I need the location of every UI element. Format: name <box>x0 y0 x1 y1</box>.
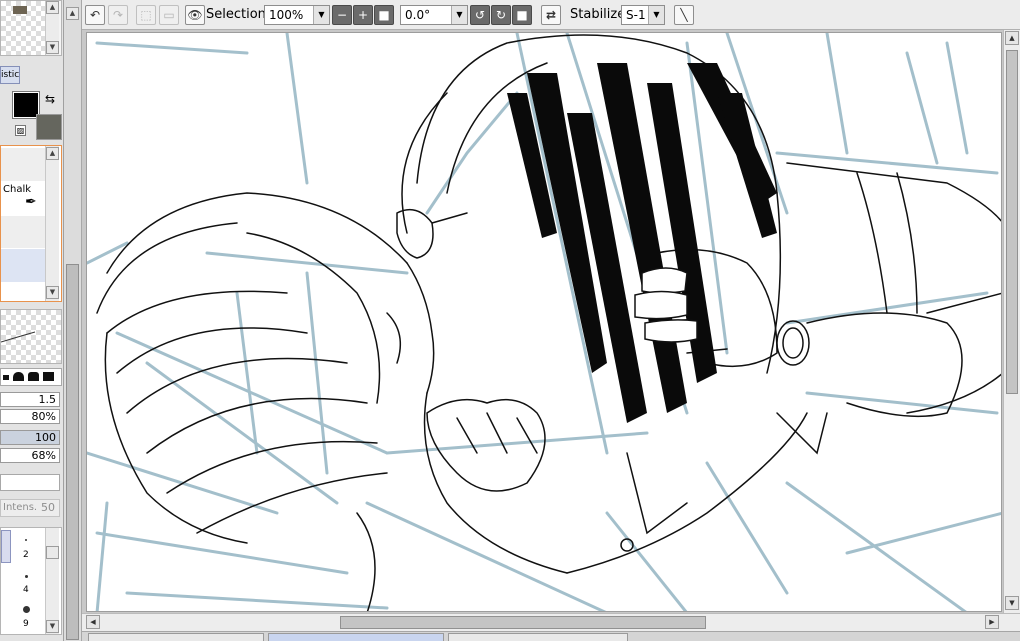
canvas-vscroll-thumb[interactable] <box>1006 50 1018 394</box>
document-tab-bar <box>82 631 1020 641</box>
secondary-color-swatch[interactable] <box>36 114 62 140</box>
scroll-down-icon[interactable]: ▼ <box>46 620 59 633</box>
size-preset-dot[interactable] <box>25 575 28 578</box>
stabilizer-select[interactable]: S-1 ▼ <box>621 5 665 25</box>
zoom-reset-icon[interactable]: ■ <box>374 5 394 25</box>
zoom-select[interactable]: 100% ▼ <box>264 5 330 25</box>
canvas-hscroll-thumb[interactable] <box>340 616 706 629</box>
document-tab[interactable] <box>88 633 264 641</box>
scroll-up-icon[interactable]: ▲ <box>46 147 59 160</box>
invert-selection-icon[interactable]: ▭ <box>159 5 179 25</box>
min-size-slider[interactable]: 80% <box>0 409 60 424</box>
undo-icon[interactable]: ↶ <box>85 5 105 25</box>
show-selection-eye-icon[interactable]: 👁 <box>185 5 205 25</box>
drawing-canvas[interactable] <box>86 32 1002 612</box>
tool-list: Chalk ✒ ▲ ▼ <box>0 145 62 302</box>
rotation-value: 0.0° <box>405 8 431 22</box>
tip-round-icon[interactable] <box>13 372 24 381</box>
canvas-area: ▲ ▼ ◀ ▶ <box>82 30 1020 631</box>
scroll-down-icon[interactable]: ▼ <box>46 286 59 299</box>
canvas-horizontal-scrollbar[interactable]: ◀ ▶ <box>82 613 1020 631</box>
divider-thumb[interactable] <box>66 264 79 640</box>
tool-row-chalk[interactable]: Chalk <box>1 181 45 215</box>
deselect-icon[interactable]: ⬚ <box>136 5 156 25</box>
size-preset-label: 2 <box>23 550 29 560</box>
selection-label: Selection <box>206 7 266 22</box>
intensity-row[interactable]: Intens. 50 <box>0 499 60 517</box>
chevron-down-icon: ▼ <box>451 6 467 24</box>
redo-icon[interactable]: ↷ <box>108 5 128 25</box>
straight-line-icon[interactable]: ╲ <box>674 5 694 25</box>
tip-square-icon[interactable] <box>28 372 39 381</box>
brush-preview <box>0 309 62 364</box>
chevron-down-icon: ▼ <box>648 6 664 24</box>
tool-list-scrollbar[interactable]: ▲ ▼ <box>45 146 59 301</box>
size-preset-dot[interactable] <box>25 539 27 541</box>
rotation-select[interactable]: 0.0° ▼ <box>400 5 468 25</box>
line-art-drawing <box>87 33 1001 611</box>
zoom-value: 100% <box>269 8 304 22</box>
stabilizer-value: S-1 <box>626 8 646 22</box>
canvas-toolbar: ↶ ↷ ⬚ ▭ 👁 Selection 100% ▼ − + ■ 0.0° ▼ … <box>82 0 1020 30</box>
mode-tab-label: istic <box>1 70 20 80</box>
scroll-up-icon[interactable]: ▲ <box>1005 31 1019 45</box>
tool-row-blank[interactable] <box>1 216 45 248</box>
transparent-color-icon[interactable]: ▨ <box>15 125 26 136</box>
size-preset-label: 9 <box>23 619 29 629</box>
flip-horizontal-icon[interactable]: ⇄ <box>541 5 561 25</box>
canvas-vertical-scrollbar[interactable]: ▲ ▼ <box>1003 30 1020 613</box>
rotate-right-icon[interactable]: ↻ <box>491 5 511 25</box>
texture-field[interactable] <box>0 474 60 491</box>
scroll-up-icon[interactable]: ▲ <box>46 1 59 14</box>
document-tab[interactable] <box>448 633 628 641</box>
rotation-reset-icon[interactable]: ■ <box>512 5 532 25</box>
brush-size-field[interactable]: 1.5 <box>0 392 60 407</box>
tip-flat-icon[interactable] <box>3 375 9 380</box>
rotate-left-icon[interactable]: ↺ <box>470 5 490 25</box>
zoom-in-icon[interactable]: + <box>353 5 373 25</box>
tip-block-icon[interactable] <box>43 372 54 381</box>
intensity-value: 50 <box>41 501 55 514</box>
texture-swatch-dark <box>13 6 27 14</box>
size-preset-grid: 2 4 9 ▼ <box>0 527 62 635</box>
min-density-slider[interactable]: 68% <box>0 448 60 463</box>
tool-row-empty[interactable] <box>1 148 45 181</box>
texture-scrollbar[interactable]: ▲ ▼ <box>45 1 59 55</box>
mode-tab[interactable]: istic <box>0 66 20 84</box>
texture-preview-box[interactable]: ▲ ▼ <box>0 0 62 56</box>
stroke-preview <box>1 331 36 343</box>
chevron-down-icon: ▼ <box>313 6 329 24</box>
brush-tip-row[interactable] <box>0 368 62 386</box>
pen-icon: ✒ <box>25 194 37 210</box>
scroll-up-icon[interactable]: ▲ <box>66 7 79 20</box>
zoom-out-icon[interactable]: − <box>332 5 352 25</box>
size-preset-highlight[interactable] <box>1 530 11 563</box>
size-preset-dot[interactable] <box>23 606 30 613</box>
scroll-thumb[interactable] <box>46 546 59 559</box>
swap-colors-icon[interactable]: ⇆ <box>45 92 55 106</box>
density-slider[interactable]: 100 <box>0 430 60 445</box>
tool-row-selected[interactable] <box>1 249 45 282</box>
intensity-label: Intens. <box>3 502 38 513</box>
size-preset-scrollbar[interactable]: ▼ <box>45 528 59 634</box>
panel-divider-scrollbar[interactable]: ▲ <box>64 0 82 641</box>
document-tab-active[interactable] <box>268 633 444 641</box>
size-preset-label: 4 <box>23 585 29 595</box>
scroll-left-icon[interactable]: ◀ <box>86 615 100 629</box>
scroll-down-icon[interactable]: ▼ <box>46 41 59 54</box>
tool-panel: ▲ ▼ istic ⇆ ▨ Chalk ✒ ▲ ▼ 1.5 80% 100 68… <box>0 0 64 641</box>
scroll-right-icon[interactable]: ▶ <box>985 615 999 629</box>
scroll-down-icon[interactable]: ▼ <box>1005 596 1019 610</box>
